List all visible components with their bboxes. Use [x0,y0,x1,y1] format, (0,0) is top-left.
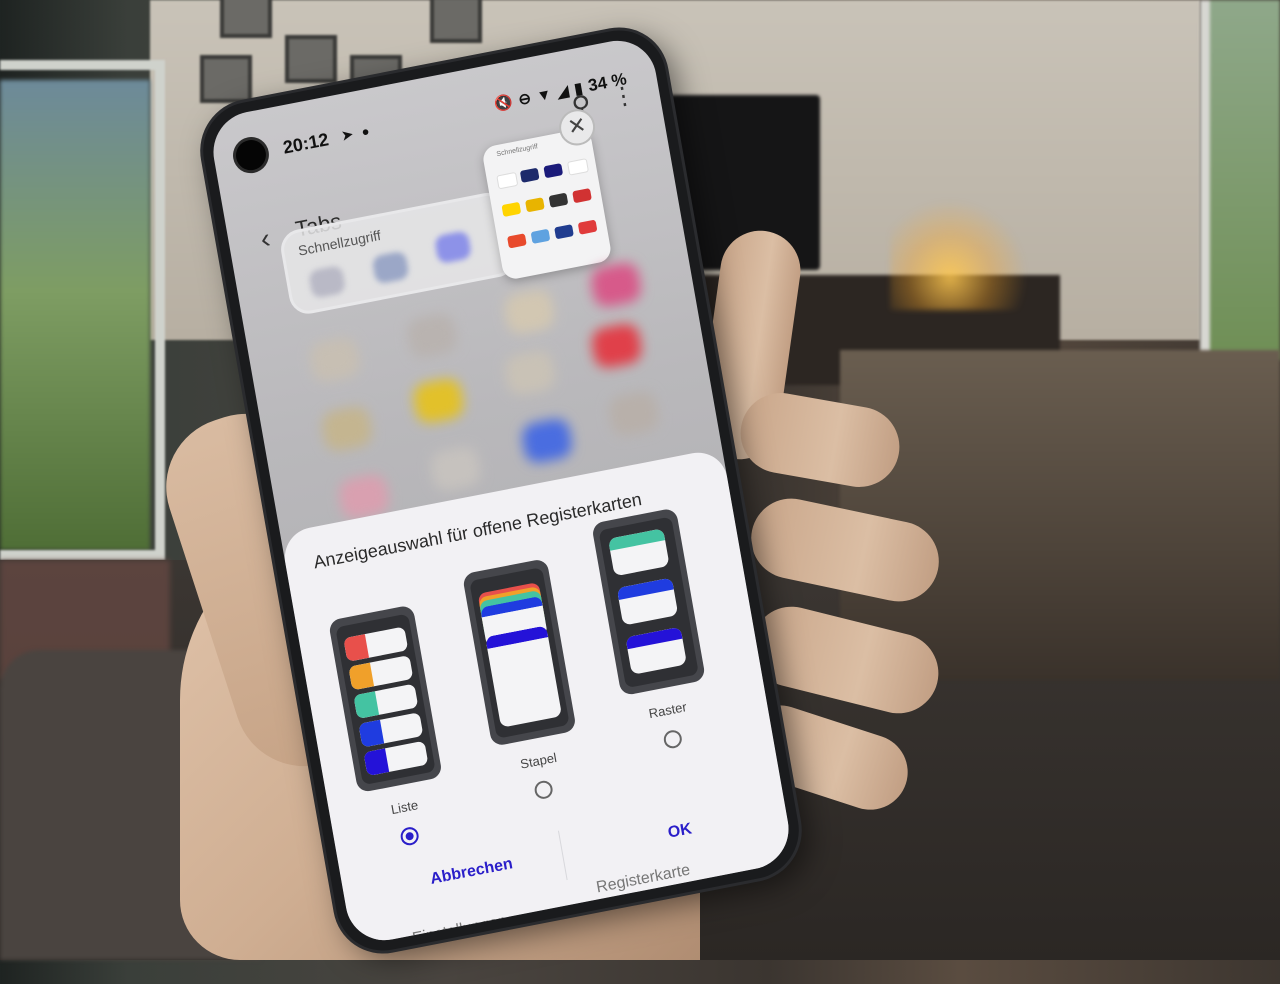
tab-view-dialog: Anzeigeauswahl für offene Registerkarten… [280,447,795,948]
amazon-icon [566,158,590,176]
grid-card [608,528,670,577]
option-grid[interactable]: Raster [581,503,742,772]
quick-access-preview[interactable]: Schnellzugriff [481,127,613,281]
picture-frame [220,0,272,38]
shortcut-icon [519,167,540,183]
back-arrow-icon[interactable]: ‹ [258,222,273,255]
option-stack-radio[interactable] [533,779,555,801]
preview-label: Schnellzugriff [496,143,539,159]
tab-color [358,719,385,748]
grid-card-header [625,626,683,650]
shortcut-icon [507,233,527,249]
grid-card [616,577,679,626]
list-preview-screen [335,613,436,786]
quick-access-label: Schnellzugriff [296,226,382,259]
quick-access-tile[interactable] [308,264,347,299]
blurred-tile [428,444,483,494]
blurred-tile [606,389,661,439]
settings-text: Einstellungen [411,912,509,948]
grid-card [625,626,687,675]
mute-icon: 🔇 [492,93,515,114]
tab-color [363,748,390,777]
option-grid-label: Raster [647,699,688,722]
grid-preview [591,507,706,697]
chat-bubble-icon: ● [360,123,371,140]
option-grid-radio[interactable] [662,728,684,750]
status-time: 20:12 [281,129,331,158]
blurred-tile [502,348,558,398]
tab-color [348,662,375,691]
tab-bar [363,740,429,777]
option-stack[interactable]: Stapel [452,553,613,822]
do-not-disturb-icon: ⊖ [517,89,533,109]
shortcut-icon [554,224,574,240]
blurred-tile [411,376,466,426]
google-icon [496,171,519,190]
blurred-tile [520,416,575,466]
stack-preview [461,558,577,747]
tab-color [343,634,370,662]
list-preview [328,604,443,794]
grid-card-header [616,577,674,601]
wifi-icon: ▼ [535,85,553,105]
button-divider [557,830,568,881]
option-list-label: Liste [389,797,420,818]
phone-screen: 20:12 ➤ ● 🔇 ⊖ ▼ ◢ ▮ 34 % ⚲ ⋮ ‹ Tabs [207,33,795,948]
window-frame [0,60,165,560]
tab-color [353,691,380,720]
blurred-tile [589,321,644,371]
option-list[interactable]: Liste [318,600,479,869]
grid-card-header [608,528,666,551]
ok-button[interactable]: OK [667,820,694,842]
blurred-tile [405,311,460,361]
fairy-lights [890,200,1040,310]
shortcut-icon [525,197,545,213]
blurred-tile [588,260,644,310]
blurred-tile [307,335,362,385]
option-stack-label: Stapel [519,749,558,772]
grid-preview-screen [598,516,699,689]
blurred-tile [502,287,557,337]
lidl-icon [501,201,522,218]
tab-text: Registerkarte [595,861,692,897]
shortcut-icon [572,188,592,204]
telegram-icon: ➤ [340,126,355,144]
shortcut-icon [548,192,569,208]
more-vertical-icon[interactable]: ⋮ [609,79,637,116]
shortcut-icon [530,228,551,244]
shortcut-icon [543,163,564,179]
window-right [1200,0,1280,360]
shortcut-icon [577,219,598,235]
quick-access-tile[interactable] [433,230,473,265]
blurred-tile [319,404,374,454]
stack-preview-screen [469,567,570,739]
cancel-button[interactable]: Abbrechen [429,855,514,889]
quick-access-tile[interactable] [371,250,410,285]
option-list-radio[interactable] [399,825,421,847]
stack-card [485,625,563,728]
